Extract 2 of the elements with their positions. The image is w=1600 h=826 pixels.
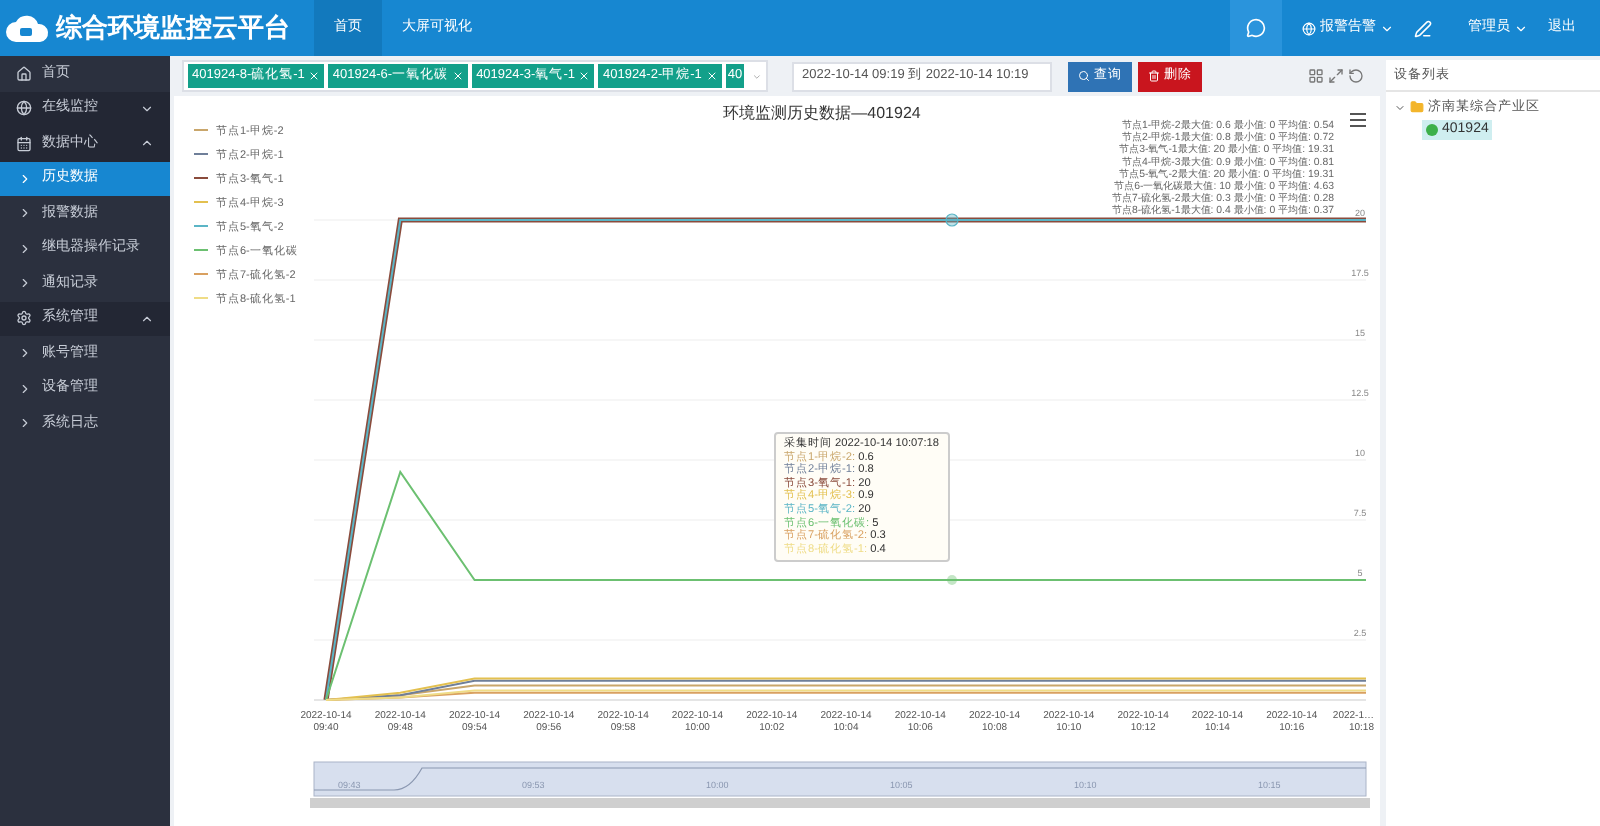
app-title: 综合环境监控云平台	[56, 10, 290, 47]
chart-title: 环境监测历史数据—401924	[723, 104, 921, 122]
